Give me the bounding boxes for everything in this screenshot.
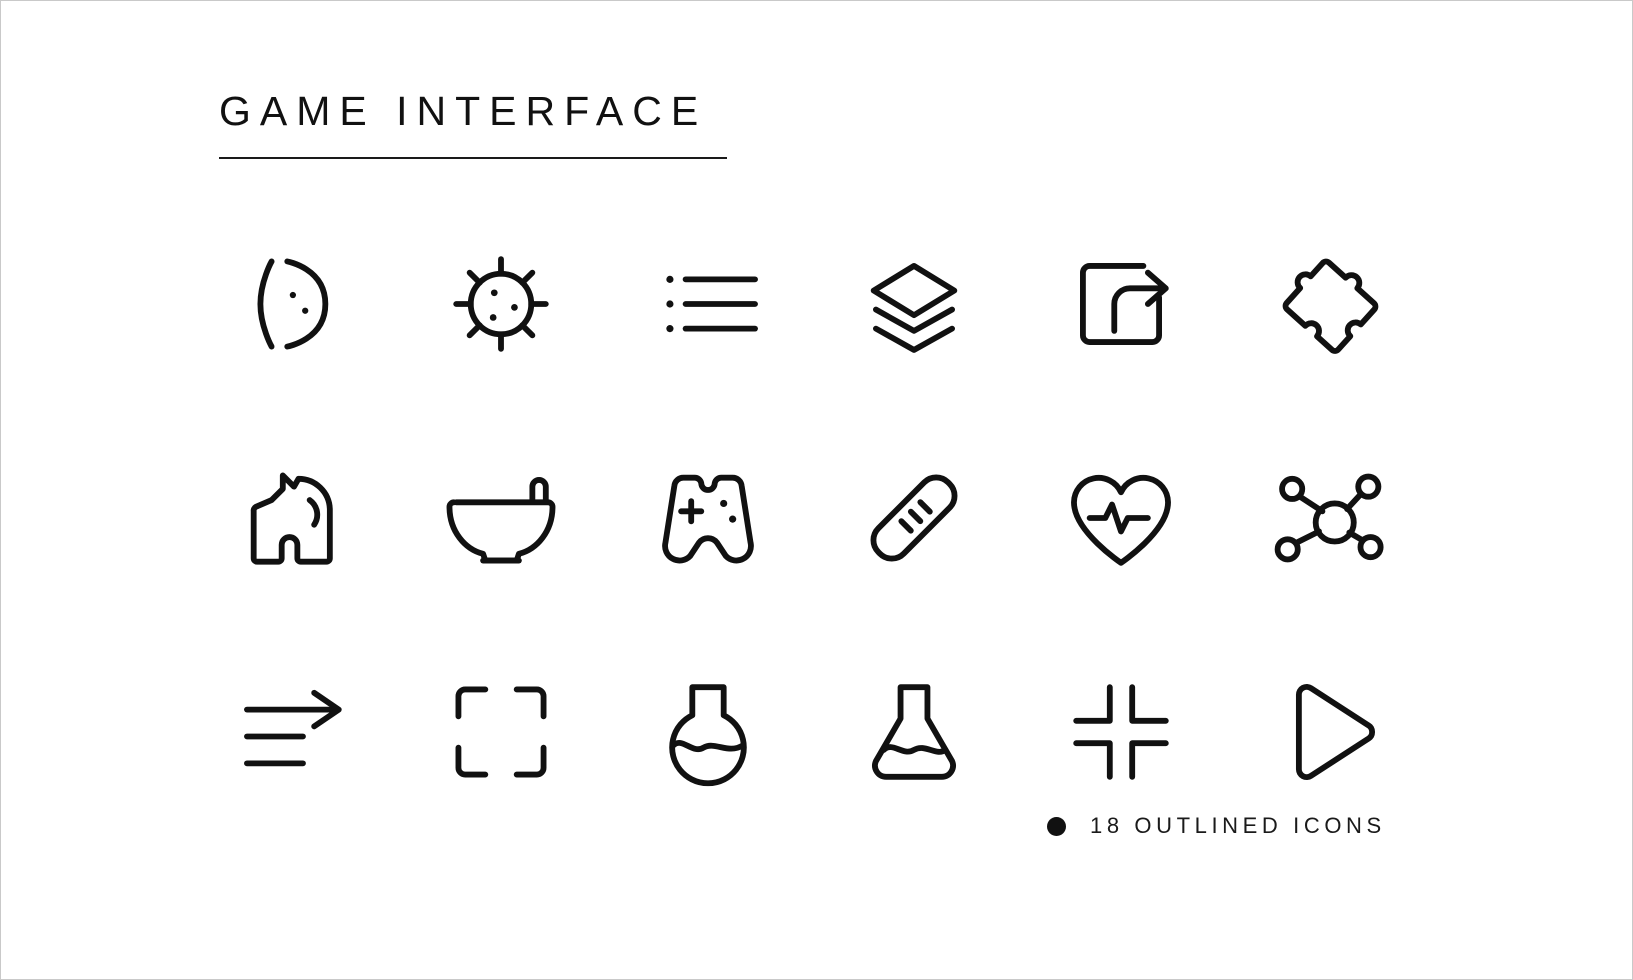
icon-cell-share-export[interactable]	[1018, 197, 1225, 411]
virus-icon	[453, 256, 549, 352]
icon-sheet: GAME INTERFACE 18 OUTLINED ICONS	[0, 0, 1633, 980]
page-title: GAME INTERFACE	[219, 88, 708, 134]
icon-cell-collapse-corners[interactable]	[1018, 625, 1225, 839]
icon-cell-gamepad[interactable]	[604, 411, 811, 625]
puzzle-piece-icon	[1282, 258, 1378, 354]
bandage-icon	[870, 474, 958, 562]
gamepad-icon	[661, 474, 754, 564]
icon-cell-moon-crescent[interactable]	[191, 197, 398, 411]
heart-pulse-icon	[1071, 474, 1171, 566]
bullet-dot-icon	[1047, 816, 1066, 836]
chess-knight-icon	[251, 472, 334, 565]
sort-forward-icon	[244, 689, 343, 767]
icon-cell-chess-knight[interactable]	[191, 411, 398, 625]
share-export-icon	[1079, 263, 1169, 345]
icon-cell-layers[interactable]	[811, 197, 1018, 411]
icon-cell-bullet-list[interactable]	[604, 197, 811, 411]
icon-cell-round-flask[interactable]	[604, 625, 811, 839]
collapse-corners-icon	[1073, 684, 1169, 780]
bullet-list-icon	[665, 275, 758, 333]
icon-count-label: 18 OUTLINED ICONS	[1090, 813, 1386, 838]
icon-cell-molecule[interactable]	[1224, 411, 1431, 625]
icon-cell-crop-frame[interactable]	[398, 625, 605, 839]
icon-cell-heart-pulse[interactable]	[1018, 411, 1225, 625]
footer: 18 OUTLINED ICONS	[1047, 813, 1386, 839]
icon-cell-virus[interactable]	[398, 197, 605, 411]
icon-cell-puzzle-piece[interactable]	[1224, 197, 1431, 411]
icon-cell-erlenmeyer-flask[interactable]	[811, 625, 1018, 839]
icon-grid	[191, 197, 1431, 839]
icon-cell-mortar-pestle[interactable]	[398, 411, 605, 625]
molecule-icon	[1274, 473, 1384, 563]
layers-icon	[871, 263, 958, 353]
title-divider	[219, 157, 727, 159]
round-flask-icon	[668, 684, 747, 787]
crop-frame-icon	[455, 686, 547, 778]
icon-cell-sort-forward[interactable]	[191, 625, 398, 839]
erlenmeyer-flask-icon	[872, 684, 957, 780]
mortar-pestle-icon	[446, 477, 556, 564]
header: GAME INTERFACE	[219, 91, 749, 159]
moon-crescent-icon	[257, 258, 329, 350]
play-triangle-icon	[1295, 684, 1375, 780]
icon-cell-bandage[interactable]	[811, 411, 1018, 625]
icon-cell-play-triangle[interactable]	[1224, 625, 1431, 839]
